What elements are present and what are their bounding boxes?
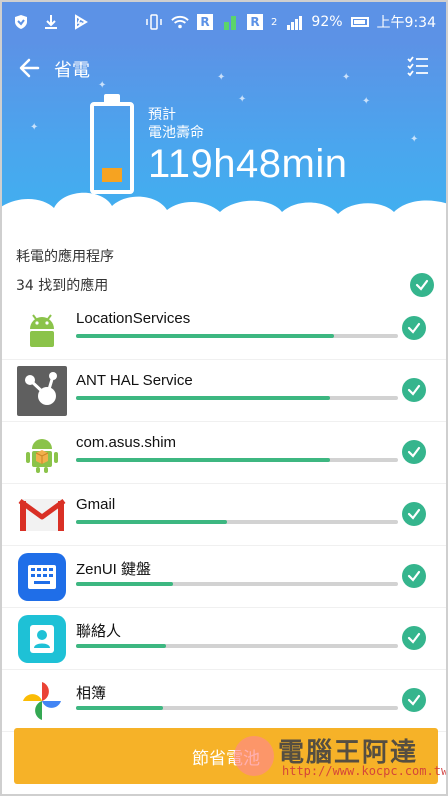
battery-icon <box>350 17 369 27</box>
usage-bar <box>76 582 398 586</box>
app-name: Gmail <box>76 496 116 513</box>
usage-bar-fill <box>76 334 334 338</box>
usage-bar-fill <box>76 644 167 648</box>
usage-bar-fill <box>76 520 228 524</box>
usage-bar <box>76 706 398 710</box>
check-icon[interactable] <box>402 626 426 650</box>
list-item[interactable]: Gmail <box>2 484 446 546</box>
battery-percent: 92% <box>311 14 343 30</box>
roaming-indicator: R <box>197 14 214 30</box>
check-icon[interactable] <box>402 564 426 588</box>
check-icon[interactable] <box>402 440 426 464</box>
select-all-check-icon[interactable] <box>410 273 434 297</box>
list-item[interactable]: LocationServices <box>2 298 446 360</box>
app-name: com.asus.shim <box>76 434 177 451</box>
estimate-label: 預計 電池壽命 <box>148 106 204 142</box>
watermark-url: http://www.kocpc.com.tw <box>282 764 448 778</box>
cloud-decoration <box>2 192 446 232</box>
watermark: 電腦王阿達 http://www.kocpc.com.tw <box>234 732 446 782</box>
android-package-icon <box>16 430 68 476</box>
page-title: 省電 <box>54 60 90 81</box>
android-icon <box>16 306 68 352</box>
back-arrow-icon[interactable] <box>18 54 46 82</box>
app-name: 聯絡人 <box>76 623 122 640</box>
app-name: LocationServices <box>76 310 191 327</box>
section-title: 耗電的應用程序 <box>16 249 114 265</box>
status-bar: R R 2 92% 上午9:34 <box>2 2 446 42</box>
list-item[interactable]: com.asus.shim <box>2 422 446 484</box>
check-icon[interactable] <box>402 378 426 402</box>
usage-bar-fill <box>76 582 173 586</box>
usage-bar <box>76 520 398 524</box>
estimate-label-line1: 預計 <box>148 107 176 123</box>
download-icon <box>42 13 60 31</box>
select-all-row[interactable]: 34 找到的應用 <box>16 273 436 297</box>
usage-bar-fill <box>76 396 331 400</box>
check-icon[interactable] <box>402 502 426 526</box>
app-list-panel: 耗電的應用程序 34 找到的應用 LocationServices ANT HA… <box>2 232 446 732</box>
app-name: 相簿 <box>76 685 107 702</box>
list-item[interactable]: ANT HAL Service <box>2 360 446 422</box>
watermark-logo <box>234 736 274 776</box>
usage-bar <box>76 644 398 648</box>
app-name: ANT HAL Service <box>76 372 193 389</box>
flash-icon <box>72 13 90 31</box>
found-count: 34 找到的應用 <box>16 278 109 294</box>
list-item[interactable]: 相簿 <box>2 670 446 732</box>
shield-icon <box>12 13 30 31</box>
check-icon[interactable] <box>402 688 426 712</box>
usage-bar <box>76 334 398 338</box>
estimate-label-line2: 電池壽命 <box>148 125 204 141</box>
check-icon[interactable] <box>402 316 426 340</box>
app-rows: LocationServices ANT HAL Service com.asu… <box>2 298 446 732</box>
list-item[interactable]: 聯絡人 <box>2 608 446 670</box>
photos-icon <box>16 678 68 724</box>
green-signal-icon <box>221 13 239 31</box>
checklist-icon[interactable] <box>406 54 430 78</box>
usage-bar-fill <box>76 706 163 710</box>
wifi-icon <box>171 13 189 31</box>
signal-icon <box>285 13 303 31</box>
contacts-icon <box>16 615 68 663</box>
ant-hal-icon <box>16 366 68 416</box>
usage-bar-fill <box>76 458 331 462</box>
usage-bar <box>76 396 398 400</box>
sim-slot-label: 2 <box>271 16 278 28</box>
keyboard-icon <box>16 553 68 601</box>
app-name: ZenUI 鍵盤 <box>76 561 152 578</box>
usage-bar <box>76 458 398 462</box>
vibrate-icon <box>145 13 163 31</box>
screen: R R 2 92% 上午9:34 省電 ✦ ✦ ✦ ✦ ✦ ✦ ✦ 預計 電池壽… <box>0 0 448 796</box>
roaming-indicator-2: R <box>247 14 264 30</box>
list-item[interactable]: ZenUI 鍵盤 <box>2 546 446 608</box>
gmail-icon <box>16 492 68 538</box>
clock: 上午9:34 <box>376 15 436 31</box>
power-saver-header: 省電 ✦ ✦ ✦ ✦ ✦ ✦ ✦ 預計 電池壽命 119h48min <box>2 42 446 232</box>
